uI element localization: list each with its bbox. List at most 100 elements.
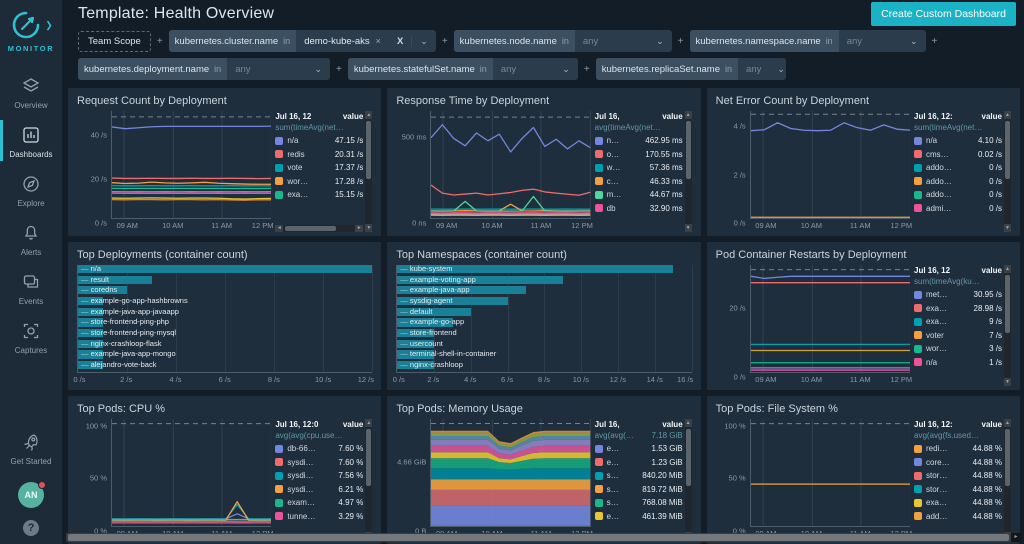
time-chart-plot[interactable]	[749, 264, 910, 373]
team-scope-button[interactable]: Team Scope	[78, 30, 151, 52]
legend-entry[interactable]: s… 840.20 MiB	[594, 469, 683, 483]
bar-row[interactable]: store-frontend-ping-php	[78, 318, 372, 327]
legend-entry[interactable]: db-66… 7.60 %	[275, 442, 363, 456]
legend-entry[interactable]: w… 57.36 ms	[594, 161, 683, 175]
legend-entry[interactable]: admi… 0 /s	[914, 202, 1002, 216]
bar-row[interactable]: store-frontend	[397, 328, 691, 338]
bar-row[interactable]: n/a	[78, 264, 373, 274]
sidebar-item-alerts[interactable]: Alerts	[0, 214, 62, 263]
legend-entry[interactable]: addo… 0 /s	[914, 188, 1002, 202]
bar-row[interactable]: example-java-app-javaapp	[78, 307, 372, 316]
legend-vertical-scrollbar[interactable]: ▲▼	[365, 111, 373, 232]
chevron-down-icon[interactable]: ⌄	[306, 64, 330, 75]
scroll-left-arrow-icon[interactable]: ◄	[275, 224, 284, 232]
bar-row[interactable]: default	[397, 307, 691, 316]
chevron-down-icon[interactable]: ⌄	[769, 64, 785, 75]
bar-row[interactable]: example-java-app	[397, 286, 691, 295]
legend-vertical-scrollbar[interactable]: ▲▼	[1004, 111, 1011, 232]
scroll-up-arrow-icon[interactable]: ▲	[1004, 111, 1011, 119]
scroll-right-arrow-icon[interactable]: ▸	[1011, 533, 1021, 542]
help-button[interactable]: ?	[22, 520, 39, 536]
scroll-right-arrow-icon[interactable]: ►	[355, 224, 364, 232]
legend-entry[interactable]: c… 46.33 ms	[594, 175, 683, 189]
legend-entry[interactable]: m… 44.67 ms	[594, 188, 683, 202]
time-chart-plot[interactable]	[430, 111, 591, 219]
scrollbar-thumb[interactable]	[685, 121, 691, 179]
legend-entry[interactable]: s… 819.72 MiB	[594, 482, 683, 496]
legend-entry[interactable]: exa… 15.15 /s	[275, 188, 363, 202]
clear-filter-button[interactable]: X	[389, 35, 413, 47]
bar-row[interactable]: nginx-crashloop	[397, 360, 691, 370]
scrollbar-thumb[interactable]	[1005, 428, 1010, 487]
legend-entry[interactable]: voter 7 /s	[914, 328, 1002, 342]
legend-entry[interactable]: add… 44.88 %	[914, 509, 1002, 523]
scroll-up-arrow-icon[interactable]: ▲	[684, 111, 692, 119]
legend-entry[interactable]: exa… 28.98 /s	[914, 301, 1002, 315]
scrollbar-thumb[interactable]	[285, 225, 336, 231]
legend-entry[interactable]: s… 768.08 MiB	[594, 496, 683, 510]
bar-row[interactable]: example-voting-app	[397, 275, 691, 284]
legend-entry[interactable]: sysdi… 7.60 %	[275, 455, 363, 469]
scroll-down-arrow-icon[interactable]: ▼	[365, 223, 373, 232]
scroll-up-arrow-icon[interactable]: ▲	[1004, 418, 1011, 427]
legend-entry[interactable]: n/a 1 /s	[914, 355, 1002, 369]
filter-chip-statefulset[interactable]: kubernetes.statefulSet.name in any ⌄	[347, 58, 578, 80]
sidebar-item-dashboards[interactable]: Dashboards	[0, 116, 62, 165]
time-chart-plot[interactable]	[749, 418, 910, 527]
legend-entry[interactable]: n/a 47.15 /s	[275, 134, 363, 148]
scrollbar-thumb[interactable]	[68, 534, 1009, 541]
legend-entry[interactable]: addo… 0 /s	[914, 161, 1002, 175]
legend-entry[interactable]: e… 1.53 GiB	[594, 442, 683, 456]
filter-chip-cluster[interactable]: kubernetes.cluster.name in demo-kube-aks ×…	[168, 30, 436, 52]
sidebar-item-overview[interactable]: Overview	[0, 67, 62, 116]
chevron-down-icon[interactable]: ⌄	[412, 36, 436, 47]
legend-entry[interactable]: met… 30.95 /s	[914, 288, 1002, 302]
bar-row[interactable]: sysdig-agent	[397, 296, 691, 306]
filter-chip-namespace[interactable]: kubernetes.namespace.name in any ⌄	[689, 30, 926, 52]
time-chart-plot[interactable]	[111, 418, 272, 527]
bar-row[interactable]: terminal-shell-in-container	[397, 350, 691, 359]
scroll-down-arrow-icon[interactable]: ▼	[684, 223, 692, 232]
legend-entry[interactable]: redi… 44.88 %	[914, 442, 1002, 456]
bar-row[interactable]: usercount	[397, 339, 691, 348]
bar-row[interactable]: example-go-app	[397, 318, 691, 327]
scrollbar-thumb[interactable]	[366, 121, 372, 179]
sidebar-item-events[interactable]: Events	[0, 263, 62, 312]
filter-chip-deployment[interactable]: kubernetes.deployment.name in any ⌄	[78, 58, 330, 80]
legend-entry[interactable]: wor… 3 /s	[914, 342, 1002, 356]
legend-entry[interactable]: o… 170.55 ms	[594, 148, 683, 162]
chevron-down-icon[interactable]: ⌄	[648, 36, 672, 47]
legend-entry[interactable]: exam… 4.97 %	[275, 496, 363, 510]
scroll-up-arrow-icon[interactable]: ▲	[365, 418, 373, 427]
filter-chip-replicaset[interactable]: kubernetes.replicaSet.name in any ⌄	[595, 58, 786, 80]
bar-row[interactable]: store-frontend-ping-mysql	[78, 328, 372, 338]
sidebar-item-captures[interactable]: Captures	[0, 312, 62, 361]
legend-entry[interactable]: stor… 44.88 %	[914, 469, 1002, 483]
bar-row[interactable]: nginx-crashloop-flask	[78, 339, 372, 348]
legend-entry[interactable]: stor… 44.88 %	[914, 482, 1002, 496]
time-chart-plot[interactable]	[430, 418, 591, 527]
legend-vertical-scrollbar[interactable]: ▲▼	[1004, 418, 1011, 540]
legend-entry[interactable]: n… 462.95 ms	[594, 134, 683, 148]
legend-entry[interactable]: db 32.90 ms	[594, 202, 683, 216]
user-avatar[interactable]: AN	[17, 481, 46, 508]
bar-chart-plot[interactable]: n/a result coredns example-go-app-hashbrown…	[77, 264, 374, 373]
legend-entry[interactable]: cms… 0.02 /s	[914, 148, 1002, 162]
legend-vertical-scrollbar[interactable]: ▲▼	[684, 418, 692, 540]
legend-entry[interactable]: addo… 0 /s	[914, 175, 1002, 189]
scroll-down-arrow-icon[interactable]: ▼	[1004, 223, 1011, 232]
scrollbar-thumb[interactable]	[1005, 274, 1010, 333]
chevron-down-icon[interactable]: ⌄	[554, 64, 578, 75]
legend-horizontal-scrollbar[interactable]: ◄ ►	[275, 224, 364, 232]
scroll-up-arrow-icon[interactable]: ▲	[684, 418, 692, 427]
page-horizontal-scrollbar[interactable]: ▸	[66, 533, 1021, 542]
legend-entry[interactable]: exa… 9 /s	[914, 315, 1002, 329]
time-chart-plot[interactable]	[749, 111, 910, 219]
bar-row[interactable]: result	[78, 275, 372, 284]
bar-row[interactable]: kube-system	[397, 264, 691, 274]
legend-vertical-scrollbar[interactable]: ▲▼	[1004, 264, 1011, 386]
legend-entry[interactable]: e… 461.39 MiB	[594, 509, 683, 523]
legend-entry[interactable]: vote 17.37 /s	[275, 161, 363, 175]
scrollbar-thumb[interactable]	[1005, 121, 1010, 179]
time-chart-plot[interactable]	[111, 111, 272, 219]
